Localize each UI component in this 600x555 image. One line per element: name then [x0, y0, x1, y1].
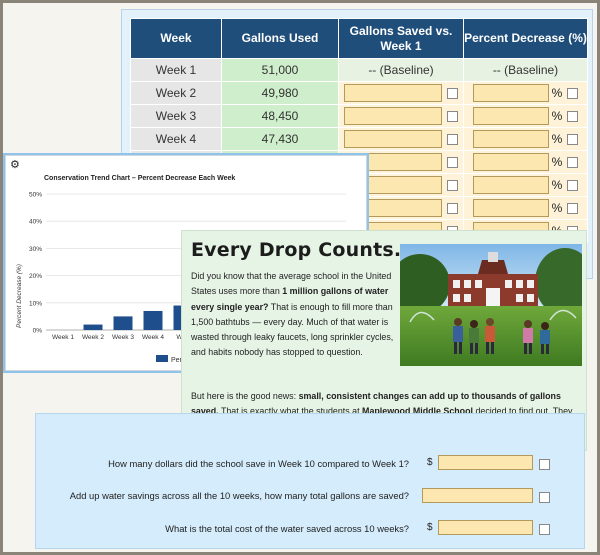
saved-answer-cell [338, 81, 464, 105]
gallons-cell: 49,980 [221, 81, 339, 105]
gallons-cell: 51,000 [221, 58, 339, 82]
pct-answer-cell: % [463, 173, 588, 197]
x-tick-label: Week 1 [52, 334, 74, 341]
percent-sign: % [551, 155, 563, 169]
article-paragraph-intro: Did you know that the average school in … [191, 269, 399, 361]
pct-answer-cell: % [463, 196, 588, 220]
check-box[interactable] [447, 179, 458, 191]
article-title: Every Drop Counts. [191, 239, 402, 261]
gallons-saved-input[interactable] [344, 107, 442, 125]
question-3-check-box[interactable] [539, 524, 550, 535]
pct-answer-cell: % [463, 150, 588, 174]
students-photo [400, 244, 582, 366]
y-tick-label: 50% [29, 192, 42, 199]
percent-decrease-input[interactable] [472, 176, 549, 194]
gallons-cell: 48,450 [221, 104, 339, 128]
pct-answer-cell: % [463, 104, 588, 128]
y-tick-label: 10% [29, 300, 42, 307]
week-cell: Week 2 [130, 81, 222, 105]
chart-bar [143, 310, 163, 330]
percent-sign: % [551, 86, 563, 100]
percent-decrease-input[interactable] [472, 107, 549, 125]
x-tick-label: Week 2 [82, 334, 104, 341]
question-1-text: How many dollars did the school save in … [108, 458, 409, 469]
legend-swatch [156, 355, 168, 362]
saved-answer-cell [338, 104, 464, 128]
baseline-cell: -- (Baseline) [338, 58, 464, 82]
percent-sign: % [551, 178, 563, 192]
week-cell: Week 1 [130, 58, 222, 82]
y-tick-label: 0% [33, 328, 43, 335]
y-tick-label: 40% [29, 219, 42, 226]
y-axis-label: Percent Decrease (%) [16, 264, 23, 328]
check-box[interactable] [447, 110, 458, 122]
saved-answer-cell [338, 127, 464, 151]
dollar-sign: $ [427, 522, 433, 533]
header-week: Week [130, 18, 222, 59]
check-box[interactable] [567, 110, 579, 122]
baseline-cell: -- (Baseline) [463, 58, 588, 82]
percent-decrease-input[interactable] [472, 84, 549, 102]
x-tick-label: Week 4 [142, 334, 164, 341]
question-2-answer-input[interactable] [422, 488, 533, 503]
table-row: Week 1 51,000 -- (Baseline) -- (Baseline… [130, 58, 588, 82]
question-1-answer-input[interactable] [438, 455, 533, 470]
text-run: But here is the good news: [191, 391, 299, 401]
check-box[interactable] [447, 156, 458, 168]
table-row: Week 4 47,430 % [130, 127, 588, 151]
check-box[interactable] [447, 133, 458, 145]
percent-decrease-input[interactable] [472, 130, 549, 148]
check-box[interactable] [567, 202, 579, 214]
gallons-saved-input[interactable] [344, 84, 442, 102]
y-tick-label: 30% [29, 246, 42, 253]
question-2-text: Add up water savings across all the 10 w… [69, 490, 409, 501]
worksheet-frame: Week Gallons Used Gallons Saved vs. Week… [0, 0, 600, 555]
question-1-check-box[interactable] [539, 459, 550, 470]
table-row: Week 3 48,450 % [130, 104, 588, 128]
gallons-saved-input[interactable] [344, 130, 442, 148]
check-box[interactable] [567, 179, 579, 191]
question-2-check-box[interactable] [539, 492, 550, 503]
check-box[interactable] [447, 202, 458, 214]
question-3-text: What is the total cost of the water save… [165, 523, 409, 534]
week-cell: Week 3 [130, 104, 222, 128]
percent-decrease-input[interactable] [472, 153, 549, 171]
percent-sign: % [551, 132, 563, 146]
chart-bar [83, 324, 103, 330]
header-percent-decrease: Percent Decrease (%) [463, 18, 588, 59]
questions-panel: How many dollars did the school save in … [35, 413, 585, 549]
table-row: Week 2 49,980 % [130, 81, 588, 105]
week-cell: Week 4 [130, 127, 222, 151]
dollar-sign: $ [427, 457, 433, 468]
check-box[interactable] [567, 156, 579, 168]
header-gallons-used: Gallons Used [221, 18, 339, 59]
check-box[interactable] [447, 87, 458, 99]
x-tick-label: Week 3 [112, 334, 134, 341]
check-box[interactable] [567, 133, 579, 145]
pct-answer-cell: % [463, 81, 588, 105]
pct-answer-cell: % [463, 127, 588, 151]
check-box[interactable] [567, 87, 579, 99]
question-3-answer-input[interactable] [438, 520, 533, 535]
chart-bar [113, 316, 133, 330]
percent-decrease-input[interactable] [472, 199, 549, 217]
gallons-cell: 47,430 [221, 127, 339, 151]
header-gallons-saved: Gallons Saved vs. Week 1 [338, 18, 464, 59]
percent-sign: % [551, 109, 563, 123]
percent-sign: % [551, 201, 563, 215]
y-tick-label: 20% [29, 273, 42, 280]
